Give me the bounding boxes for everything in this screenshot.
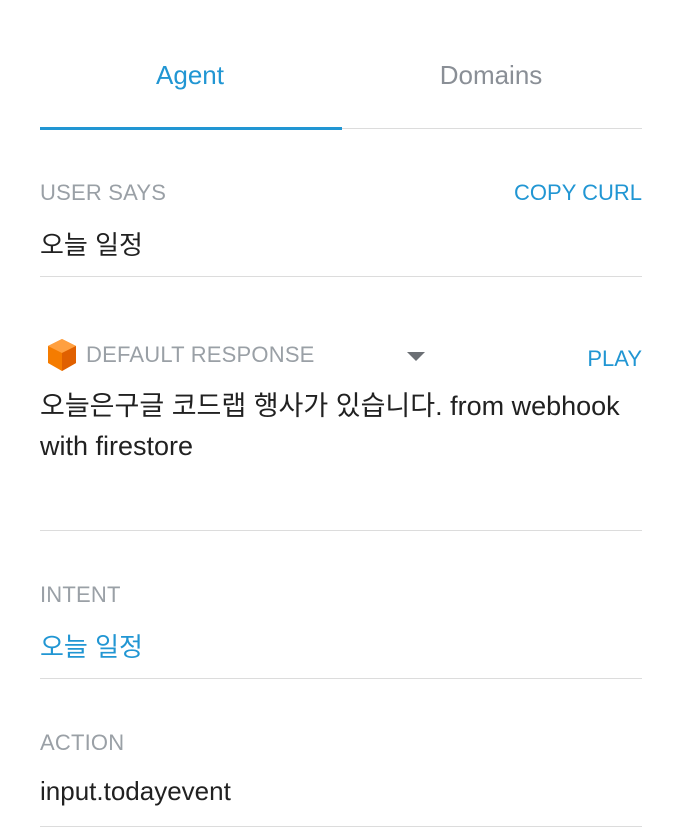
active-tab-indicator (40, 127, 342, 130)
action-divider (40, 826, 642, 827)
action-value: input.todayevent (40, 776, 231, 806)
default-response-text: 오늘은구글 코드랩 행사가 있습니다. from webhook with fi… (40, 391, 620, 461)
tab-agent[interactable]: Agent (40, 60, 340, 91)
action-label: ACTION (40, 730, 125, 755)
default-response-label: DEFAULT RESPONSE (86, 342, 315, 367)
user-says-divider (40, 276, 642, 277)
copy-curl-button[interactable]: COPY CURL (514, 180, 642, 206)
intent-link[interactable]: 오늘 일정 (40, 627, 143, 664)
tab-domains[interactable]: Domains (341, 60, 641, 91)
intent-divider (40, 678, 642, 679)
cube-icon (46, 338, 78, 372)
chevron-down-icon (407, 352, 425, 361)
response-dropdown[interactable] (406, 350, 426, 368)
response-divider (40, 530, 642, 531)
user-says-value: 오늘 일정 (40, 230, 143, 260)
play-button[interactable]: PLAY (587, 346, 642, 372)
intent-label: INTENT (40, 582, 121, 607)
user-says-label: USER SAYS (40, 180, 167, 205)
